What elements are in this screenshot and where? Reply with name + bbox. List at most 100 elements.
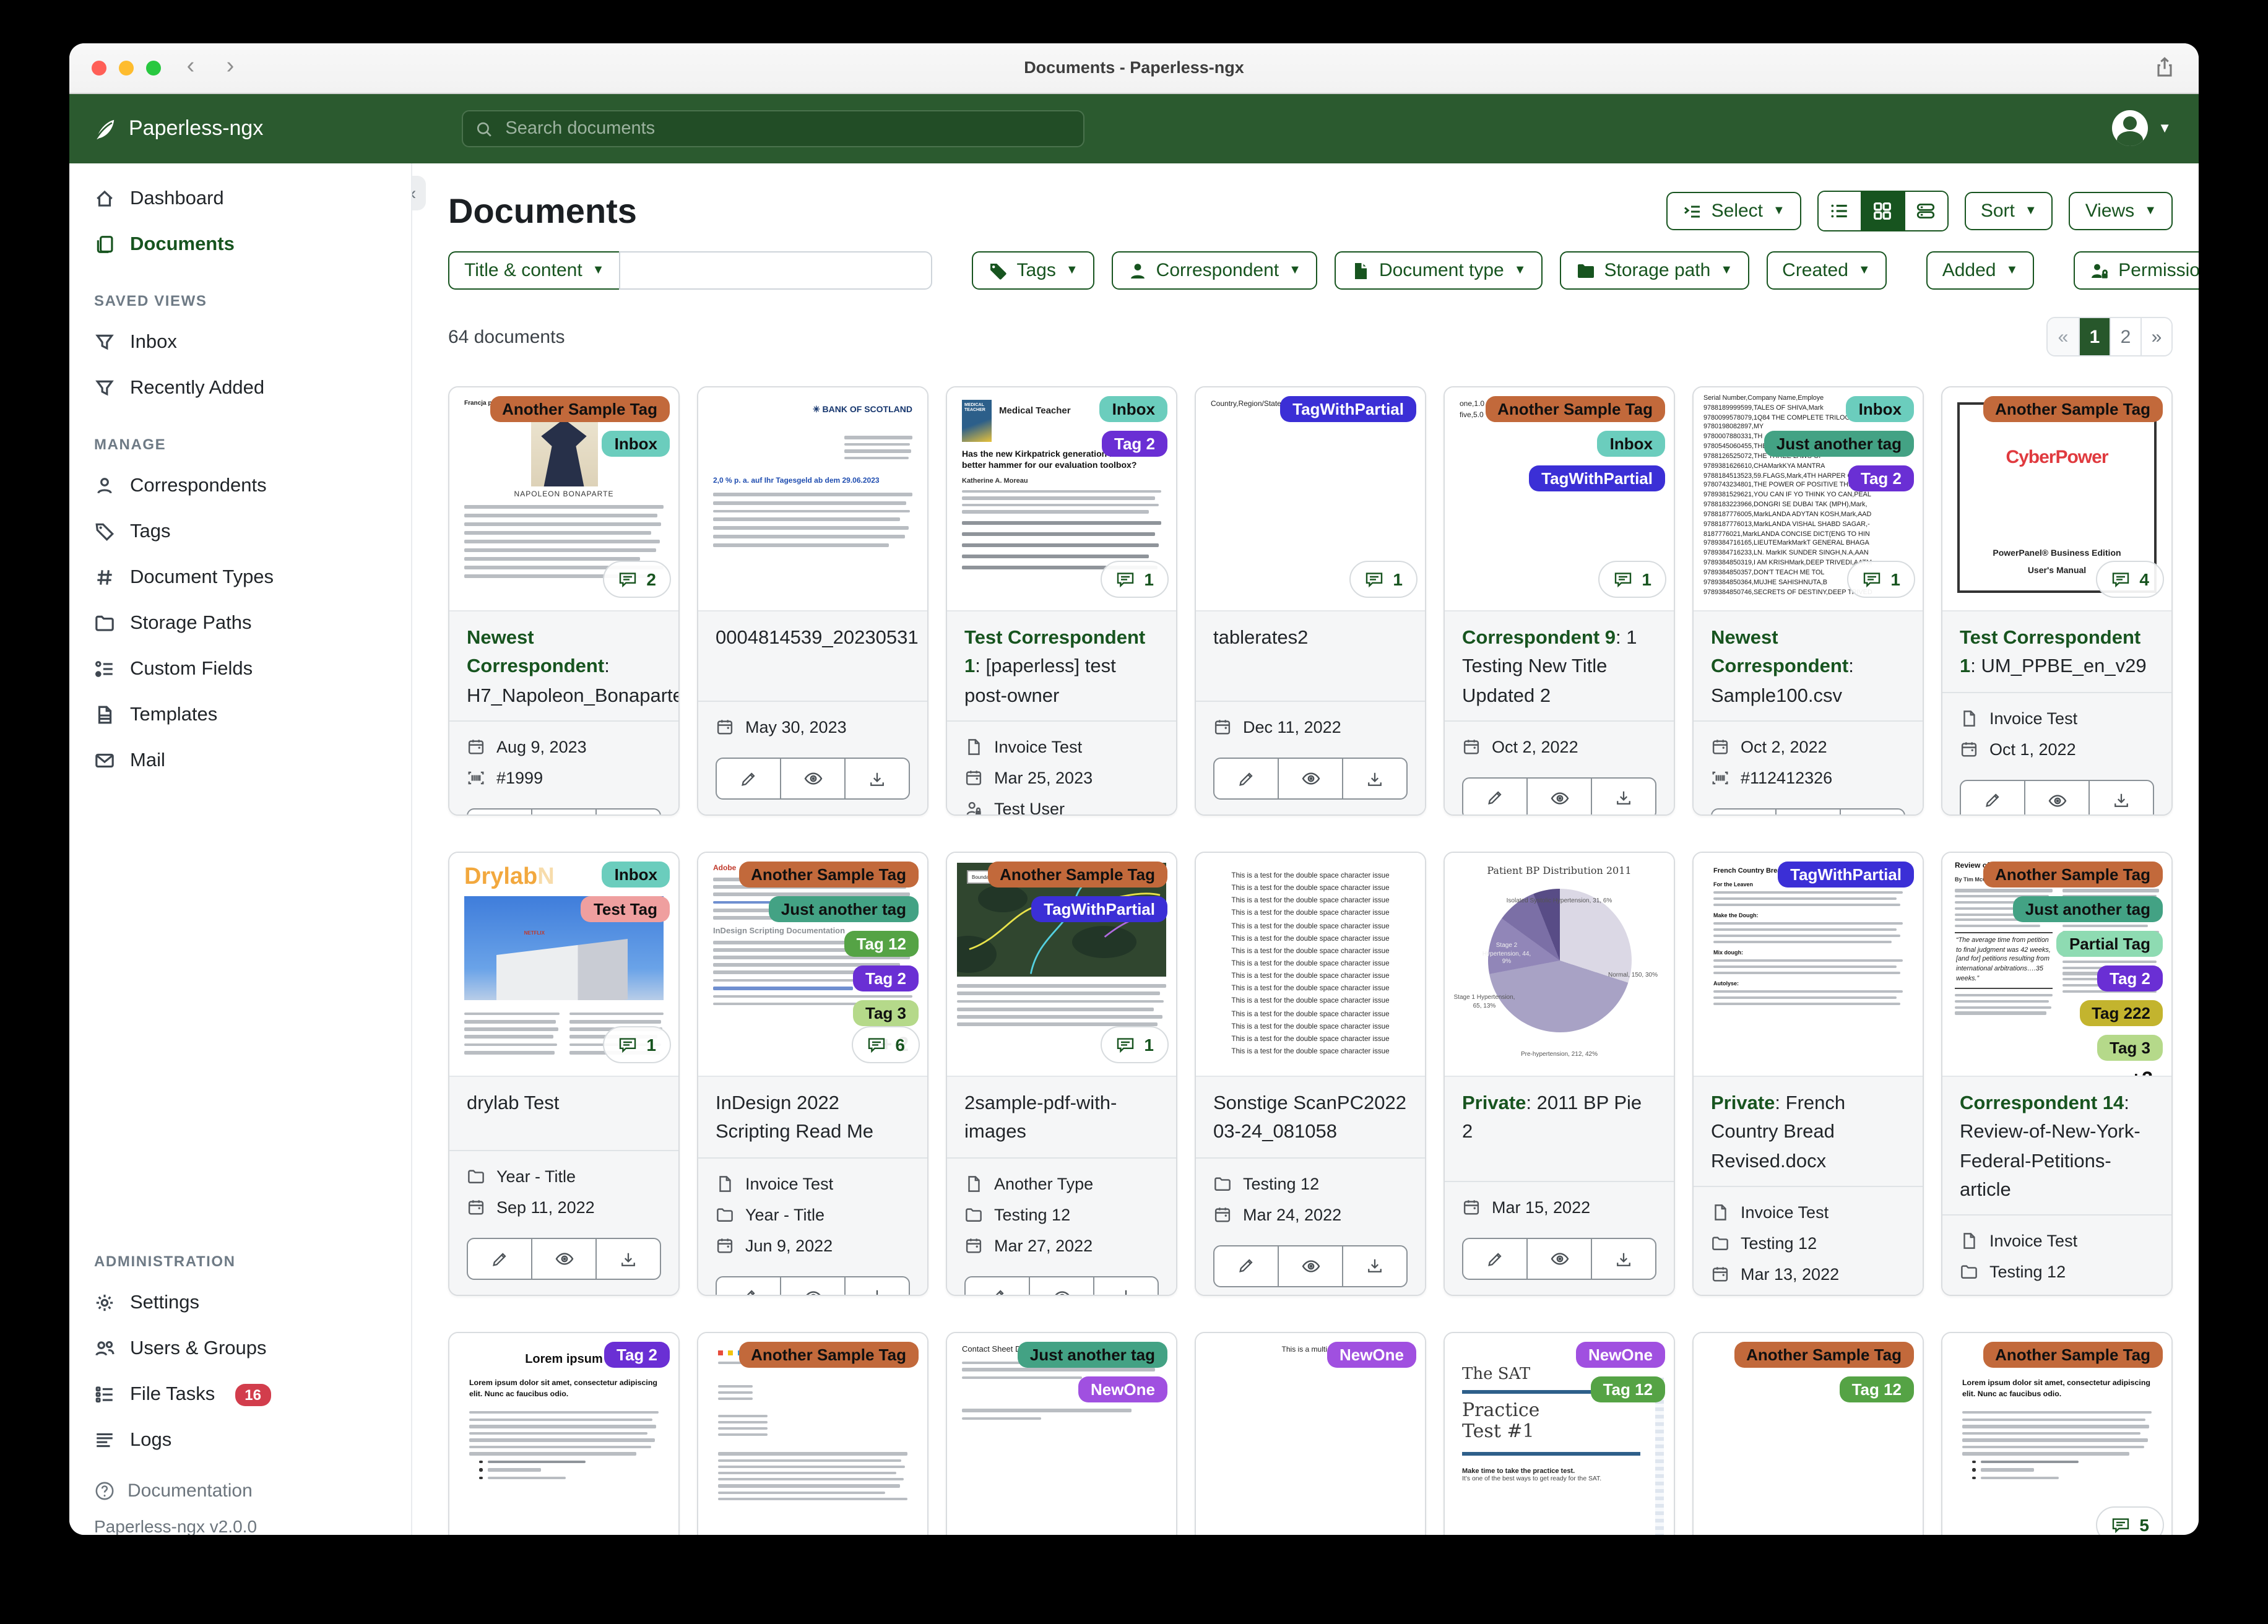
comment-count-badge[interactable]: 4 (2096, 561, 2164, 598)
tag-badge[interactable]: NewOne (1327, 1342, 1416, 1368)
download-document-button[interactable] (844, 1277, 909, 1295)
document-title-link[interactable]: 2sample-pdf-with-images (947, 1077, 1176, 1157)
select-dropdown-button[interactable]: Select ▼ (1666, 192, 1801, 230)
edit-document-button[interactable] (468, 810, 531, 815)
document-thumbnail[interactable]: Patient BP Distribution 2011 Isolated Sys… (1445, 853, 1674, 1076)
sidebar-item-correspondents[interactable]: Correspondents (69, 463, 411, 509)
filter-added-button[interactable]: Added ▼ (1926, 251, 2035, 290)
view-document-button[interactable] (531, 1239, 595, 1279)
sidebar-item-users-groups[interactable]: Users & Groups (69, 1326, 411, 1371)
views-dropdown-button[interactable]: Views ▼ (2069, 192, 2173, 230)
filter-text-input[interactable] (619, 251, 933, 290)
download-document-button[interactable] (595, 809, 660, 814)
tag-badge[interactable]: Partial Tag (2056, 931, 2163, 957)
filter-correspondent-button[interactable]: Correspondent ▼ (1111, 251, 1317, 290)
view-document-button[interactable] (1029, 1277, 1093, 1295)
filter-permissions-button[interactable]: Permissions▼ (2074, 251, 2199, 290)
document-title-link[interactable]: Test Correspondent 1: UM_PPBE_en_v29 (1942, 611, 2171, 691)
download-document-button[interactable] (1591, 1239, 1655, 1279)
document-thumbnail[interactable]: The SAT Practice Test #1 Make time to take … (1445, 1333, 1674, 1535)
document-title-link[interactable]: drylab Test (449, 1077, 678, 1150)
tag-badge[interactable]: TagWithPartial (1280, 396, 1416, 422)
view-document-button[interactable] (780, 1277, 844, 1295)
document-thumbnail[interactable]: Serial Number,Company Name,Employe 978818… (1694, 387, 1923, 610)
document-title-link[interactable]: Correspondent 14: Review-of-New-York-Fed… (1942, 1077, 2171, 1214)
view-document-button[interactable] (1526, 778, 1591, 814)
sidebar-item-recently-added[interactable]: Recently Added (69, 365, 411, 411)
sidebar-item-documents[interactable]: Documents (69, 222, 411, 267)
global-search-input[interactable] (503, 118, 1071, 140)
pagination-prev-button[interactable]: « (2048, 318, 2079, 355)
filter-storage-path-button[interactable]: Storage path ▼ (1559, 251, 1749, 290)
document-thumbnail[interactable]: Lorem ipsumLorem ipsum dolor sit amet, c… (449, 1333, 678, 1535)
document-thumbnail[interactable]: MEDICAL TEACHER Medical Teacher Has the ne… (947, 387, 1176, 610)
document-thumbnail[interactable]: This is a test for the double space char… (1196, 853, 1425, 1076)
document-thumbnail[interactable]: Boundary Waters TripAnother Sample TagTa… (947, 853, 1176, 1076)
edit-document-button[interactable] (1961, 780, 2024, 814)
comment-count-badge[interactable]: 6 (852, 1026, 920, 1063)
edit-document-button[interactable] (468, 1239, 531, 1279)
tag-badge[interactable]: Another Sample Tag (1734, 1342, 1914, 1368)
edit-document-button[interactable] (1214, 759, 1278, 798)
sidebar-collapse-button[interactable]: « (412, 176, 426, 210)
view-list-toggle[interactable] (1818, 192, 1861, 230)
comment-count-badge[interactable]: 1 (1101, 1026, 1169, 1063)
comment-count-badge[interactable]: 1 (1101, 561, 1169, 598)
view-document-button[interactable] (1526, 1239, 1591, 1279)
comment-count-badge[interactable]: 2 (603, 561, 671, 598)
tag-badge[interactable]: Another Sample Tag (738, 862, 919, 888)
sidebar-item-logs[interactable]: Logs (69, 1417, 411, 1463)
filter-document-type-button[interactable]: Document type ▼ (1334, 251, 1543, 290)
tag-badge[interactable]: Another Sample Tag (1983, 1342, 2163, 1368)
comment-count-badge[interactable]: 1 (1598, 561, 1666, 598)
sort-dropdown-button[interactable]: Sort ▼ (1964, 192, 2053, 230)
tag-badge[interactable]: Tag 3 (853, 1000, 919, 1026)
edit-document-button[interactable] (717, 1277, 780, 1295)
comment-count-badge[interactable]: 1 (1349, 561, 1418, 598)
document-correspondent[interactable]: Private (1462, 1093, 1526, 1114)
tag-badge[interactable]: NewOne (1575, 1342, 1665, 1368)
document-correspondent[interactable]: Correspondent 9 (1462, 628, 1616, 649)
tag-badge[interactable]: Another Sample Tag (1983, 862, 2163, 888)
tag-badge[interactable]: Just another tag (2012, 896, 2163, 922)
document-thumbnail[interactable]: CyberPower PowerPanel® Business Edition Us… (1942, 387, 2171, 610)
pagination-page-2[interactable]: 2 (2110, 318, 2140, 355)
user-menu[interactable]: ▼ (2112, 110, 2171, 146)
document-thumbnail[interactable]: Adobe InDesign Scripting Documentation Ano… (698, 853, 927, 1076)
tag-badge[interactable]: Inbox (1099, 396, 1167, 422)
document-title-link[interactable]: Private: French Country Bread Revised.do… (1694, 1077, 1923, 1186)
sidebar-item-inbox[interactable]: Inbox (69, 319, 411, 365)
edit-document-button[interactable] (966, 1277, 1029, 1295)
sidebar-item-dashboard[interactable]: Dashboard (69, 176, 411, 222)
tag-badge[interactable]: Inbox (1846, 396, 1914, 422)
document-thumbnail[interactable]: Country,Region/State,” TagWithPartial 1 (1196, 387, 1425, 610)
download-document-button[interactable] (1591, 778, 1655, 814)
tag-badge[interactable]: Tag 2 (604, 1342, 670, 1368)
sidebar-item-storage-paths[interactable]: Storage Paths (69, 600, 411, 646)
document-thumbnail[interactable]: This is a multi page document. Page 1.Ne… (1196, 1333, 1425, 1535)
tag-badge[interactable]: Test Tag (581, 896, 670, 922)
document-title-link[interactable]: Test Correspondent 1: [paperless] test p… (947, 611, 1176, 720)
tag-badge[interactable]: TagWithPartial (1778, 862, 1914, 888)
document-thumbnail[interactable]: Another Sample Tag Tag 12 (1694, 1333, 1923, 1535)
pagination-page-1[interactable]: 1 (2079, 318, 2110, 355)
view-document-button[interactable] (531, 809, 595, 814)
tag-badge[interactable]: NewOne (1078, 1376, 1167, 1402)
download-document-button[interactable] (595, 1239, 660, 1279)
document-thumbnail[interactable]: Test NameAnother Sample Tag (698, 1333, 927, 1535)
document-correspondent[interactable]: Correspondent 14 (1960, 1093, 2124, 1114)
document-title-link[interactable]: Newest Correspondent: Sample100.csv (1694, 611, 1923, 720)
document-title-link[interactable]: 0004814539_20230531 (698, 611, 927, 701)
document-thumbnail[interactable]: Review of Arbitral Awards Certainty of A… (1942, 853, 2171, 1076)
document-correspondent[interactable]: Newest Correspondent (467, 628, 604, 678)
tag-badge[interactable]: Tag 12 (1590, 1376, 1665, 1402)
tag-badge[interactable]: Just another tag (768, 896, 919, 922)
global-search[interactable] (462, 110, 1084, 147)
document-title-link[interactable]: Newest Correspondent: H7_Napoleon_Bonapa… (449, 611, 678, 720)
tag-badge[interactable]: Another Sample Tag (1983, 396, 2163, 422)
view-detail-toggle[interactable] (1903, 192, 1947, 230)
document-title-link[interactable]: Correspondent 9: 1 Testing New Title Upd… (1445, 611, 1674, 720)
tag-badge[interactable]: TagWithPartial (1031, 896, 1167, 922)
filter-created-button[interactable]: Created ▼ (1766, 251, 1887, 290)
document-thumbnail[interactable]: French Country Bread For the Leaven Make t… (1694, 853, 1923, 1076)
